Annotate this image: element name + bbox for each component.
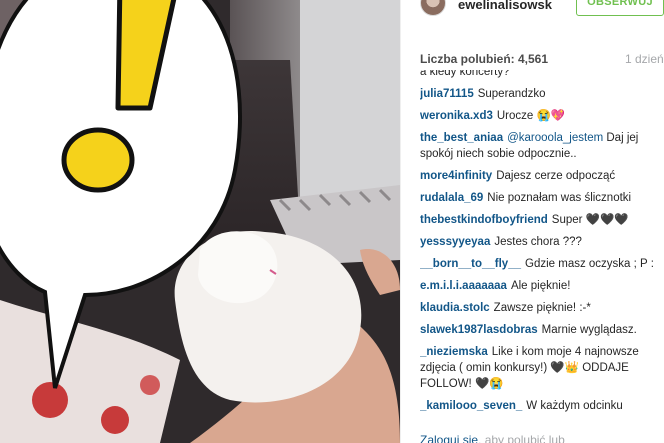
comment-username[interactable]: klaudia.stolc [420, 302, 490, 314]
likes-label: Liczba polubień: 4,561 [420, 52, 549, 66]
comment-text: a kiedy koncerty? [420, 70, 510, 78]
comment-text: Zawsze pięknie! :-* [493, 302, 591, 314]
comment-text: Superandzko [477, 88, 546, 100]
comment-username[interactable]: slawek1987lasdobras [420, 324, 538, 336]
login-prompt-text: , aby polubić lub [478, 433, 565, 443]
username-link[interactable]: ewelinalisowsk [458, 0, 552, 12]
comment-text: Nie poznałam was ślicznotki [487, 192, 632, 204]
comment: e.m.i.l.i.aaaaaaa Ale pięknie! [420, 278, 664, 294]
comment-username[interactable]: thebestkindofboyfriend [420, 214, 548, 226]
comment-username[interactable]: rudalala_69 [420, 192, 483, 204]
likes-count: 4,561 [518, 52, 549, 66]
comment: the_best_aniaa @karooola_jestem Daj jej s… [420, 130, 664, 162]
likes-row: Liczba polubień: 4,561 1 dzień [401, 52, 664, 70]
comment-text: Ale pięknie! [510, 280, 571, 292]
comment-username[interactable]: julia71115 [420, 88, 474, 100]
post-header: ewelinalisowsk OBSERWUJ [401, 0, 664, 38]
comment: thebestkindofboyfriend Super 🖤🖤🖤 [420, 212, 664, 228]
comment: yesssyyeyaa Jestes chora ??? [420, 234, 664, 250]
login-prompt: Zaloguj się, aby polubić lub [420, 433, 565, 443]
comment-username[interactable]: __born__to__fly__ [420, 258, 521, 270]
comment-username[interactable]: e.m.i.l.i.aaaaaaa [420, 280, 507, 292]
comment: _nieziemska Like i kom moje 4 najnowsze z… [420, 344, 664, 392]
comment: weronika.xd3 Urocze 😭💖 [420, 108, 664, 124]
comment: julia71115 Superandzko [420, 86, 664, 102]
comment: more4infinity Dajesz cerze odpocząć [420, 168, 664, 184]
comment-text: Marnie wyglądasz. [541, 324, 637, 336]
follow-button[interactable]: OBSERWUJ [576, 0, 664, 16]
comment-text: W każdym odcinku [526, 400, 623, 412]
post-photo[interactable] [0, 0, 400, 443]
comment: _kamilooo_seven_ W każdym odcinku [420, 398, 664, 414]
login-link[interactable]: Zaloguj się [420, 433, 478, 443]
avatar[interactable] [420, 0, 446, 16]
comment-text: Jestes chora ??? [494, 236, 582, 248]
post-side-panel: ewelinalisowsk OBSERWUJ Liczba polubień:… [400, 0, 664, 443]
comment-username[interactable]: weronika.xd3 [420, 110, 493, 122]
comment: rudalala_69 Nie poznałam was ślicznotki [420, 190, 664, 206]
comment: klaudia.stolc Zawsze pięknie! :-* [420, 300, 664, 316]
comments-list[interactable]: a kiedy koncerty? julia71115 Superandzko … [420, 70, 664, 422]
speech-bubble-exclamation-icon [0, 0, 242, 389]
comment-mention[interactable]: @karooola_jestem [507, 132, 603, 144]
comment-username[interactable]: yesssyyeyaa [420, 236, 490, 248]
comment-text: Dajesz cerze odpocząć [496, 170, 616, 182]
comment-username[interactable]: more4infinity [420, 170, 492, 182]
comment-username[interactable]: _kamilooo_seven_ [420, 400, 522, 412]
comment-username[interactable]: the_best_aniaa [420, 132, 503, 144]
comment-text: Gdzie masz oczyska ; P : [525, 258, 654, 270]
comment: __born__to__fly__ Gdzie masz oczyska ; P … [420, 256, 664, 272]
comment-username[interactable]: _nieziemska [420, 346, 488, 358]
comment-text: Super 🖤🖤🖤 [551, 214, 629, 226]
comment: slawek1987lasdobras Marnie wyglądasz. [420, 322, 664, 338]
comment: a kiedy koncerty? [420, 70, 664, 80]
post-time[interactable]: 1 dzień [625, 52, 664, 66]
comment-text: Urocze 😭💖 [496, 110, 566, 122]
